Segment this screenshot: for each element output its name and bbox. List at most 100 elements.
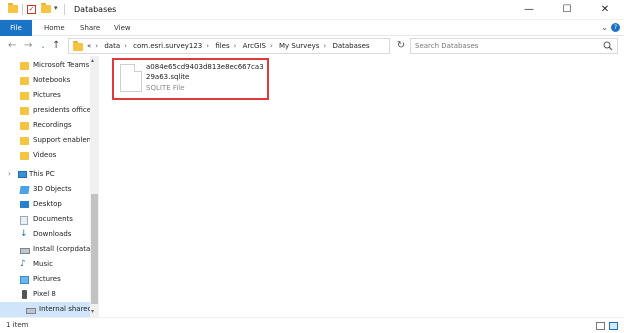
recent-locations-icon[interactable]: ⌄ — [40, 42, 46, 50]
sidebar-item-label: Install (corpdata — [33, 245, 91, 253]
desktop-icon — [20, 201, 29, 208]
sidebar-item-label: Videos — [33, 151, 57, 159]
sidebar-item-label: Desktop — [33, 200, 62, 208]
folder-icon — [20, 137, 29, 145]
divider — [22, 4, 23, 15]
sidebar-item-label: Documents — [33, 215, 73, 223]
sidebar-item-desktop[interactable]: Desktop — [0, 197, 90, 213]
sidebar-item-microsoft-teams[interactable]: Microsoft Teams — [0, 58, 90, 74]
sidebar-item-label: Recordings — [33, 121, 72, 129]
sidebar-item-label: Pictures — [33, 91, 61, 99]
breadcrumb: « › data › com.esri.survey123 › files › ArcG… — [87, 42, 370, 50]
sidebar-scrollbar[interactable]: ▴ ▾ — [90, 56, 99, 317]
scroll-up-icon[interactable]: ▴ — [91, 57, 94, 64]
sidebar-item-notebooks[interactable]: Notebooks — [0, 73, 90, 89]
close-button[interactable]: ✕ — [586, 0, 624, 20]
breadcrumb-item[interactable]: data — [104, 42, 120, 50]
tab-view[interactable]: View — [114, 20, 131, 36]
back-arrow-icon[interactable]: ← — [8, 40, 16, 51]
phone-icon — [22, 290, 27, 299]
folder-icon — [20, 122, 29, 130]
divider — [64, 4, 65, 15]
music-icon: ♪ — [20, 259, 26, 269]
title-bar: ✓ ▾ Databases — ☐ ✕ — [0, 0, 624, 20]
pictures-icon — [20, 276, 29, 284]
sidebar-item-downloads[interactable]: ↓ Downloads — [0, 227, 90, 243]
breadcrumb-item[interactable]: ArcGIS — [243, 42, 266, 50]
sidebar-item-label: Notebooks — [33, 76, 71, 84]
tab-share[interactable]: Share — [80, 20, 100, 36]
ribbon: File Home Share View ⌄ ? — [0, 20, 624, 36]
large-icons-view-icon[interactable] — [609, 322, 618, 330]
sidebar-item-3d-objects[interactable]: 3D Objects — [0, 182, 90, 198]
sidebar-item-label: presidents office — [33, 106, 92, 114]
breadcrumb-item[interactable]: My Surveys — [279, 42, 319, 50]
sidebar-item-pictures[interactable]: Pictures — [0, 272, 90, 288]
sidebar-item-label: This PC — [29, 170, 55, 178]
help-icon[interactable]: ? — [611, 23, 620, 32]
folder-icon — [20, 62, 29, 70]
tab-file[interactable]: File — [0, 20, 32, 36]
folder-icon — [73, 41, 83, 51]
navigation-pane: Microsoft Teams Notebooks Pictures presi… — [0, 56, 99, 317]
sidebar-item-label: Microsoft Teams — [33, 61, 90, 69]
network-drive-icon — [20, 248, 30, 254]
folder-icon — [20, 77, 29, 85]
scrollbar-thumb[interactable] — [91, 194, 98, 304]
item-count: 1 item — [6, 321, 29, 329]
sidebar-item-label: Downloads — [33, 230, 72, 238]
details-view-icon[interactable] — [596, 322, 605, 330]
breadcrumb-item[interactable]: Databases — [332, 42, 369, 50]
navigation-bar: ← → ⌄ ↑ « › data › com.esri.survey123 › fil… — [0, 36, 624, 56]
highlight-box — [112, 58, 269, 100]
sidebar-item-recordings[interactable]: Recordings — [0, 118, 90, 134]
chevron-right-icon: › — [206, 42, 210, 50]
file-list: a084e65cd9403d813e8ec667ca329a63.sqlite … — [100, 56, 624, 317]
up-arrow-icon[interactable]: ↑ — [52, 40, 60, 51]
folder-icon — [8, 3, 18, 13]
sidebar-item-install-drive[interactable]: Install (corpdata — [0, 242, 90, 258]
window-title: Databases — [74, 5, 117, 14]
tab-home[interactable]: Home — [44, 20, 65, 36]
search-box[interactable]: Search Databases — [410, 38, 618, 54]
folder-icon — [20, 92, 29, 100]
address-bar[interactable]: « › data › com.esri.survey123 › files › ArcG… — [68, 38, 457, 54]
sidebar-item-label: Support enablen — [33, 136, 92, 144]
breadcrumb-overflow[interactable]: « — [87, 42, 91, 50]
sidebar-item-this-pc[interactable]: › This PC — [0, 167, 90, 183]
chevron-down-icon[interactable]: › — [8, 170, 11, 178]
documents-icon — [20, 216, 28, 225]
chevron-right-icon: › — [124, 42, 127, 50]
drive-icon — [26, 308, 36, 314]
breadcrumb-item[interactable]: com.esri.survey123 — [133, 42, 202, 50]
sidebar-item-support-enablement[interactable]: Support enablen — [0, 133, 92, 149]
chevron-right-icon: › — [323, 42, 327, 50]
downloads-icon: ↓ — [20, 229, 28, 239]
sidebar-item-presidents-office[interactable]: presidents office — [0, 103, 92, 119]
sidebar-item-documents[interactable]: Documents — [0, 212, 90, 228]
quick-access-dropdown-icon[interactable]: ▾ — [54, 4, 58, 12]
sidebar-item-label: Internal shared — [39, 305, 93, 313]
breadcrumb-item[interactable]: files — [215, 42, 229, 50]
sidebar-item-pictures-onedrive[interactable]: Pictures — [0, 88, 90, 104]
maximize-button[interactable]: ☐ — [548, 0, 586, 20]
sidebar-item-videos[interactable]: Videos — [0, 148, 90, 164]
new-folder-icon[interactable] — [41, 3, 51, 13]
chevron-right-icon: › — [233, 42, 237, 50]
properties-check-icon[interactable]: ✓ — [27, 5, 36, 14]
expand-ribbon-icon[interactable]: ⌄ — [601, 23, 608, 32]
minimize-button[interactable]: — — [510, 0, 548, 20]
objects-3d-icon — [19, 186, 30, 194]
search-icon[interactable] — [603, 41, 613, 51]
sidebar-item-pixel-8[interactable]: Pixel 8 — [0, 287, 90, 303]
sidebar-item-music[interactable]: ♪ Music — [0, 257, 90, 273]
refresh-icon[interactable]: ↻ — [395, 39, 407, 53]
sidebar-item-label: Music — [33, 260, 53, 268]
folder-icon — [20, 107, 29, 115]
forward-arrow-icon[interactable]: → — [24, 40, 32, 51]
search-input[interactable]: Search Databases — [415, 42, 478, 50]
scroll-down-icon[interactable]: ▾ — [91, 308, 94, 315]
pc-icon — [18, 171, 27, 178]
sidebar-item-internal-shared[interactable]: Internal shared — [0, 302, 93, 317]
sidebar-item-label: 3D Objects — [33, 185, 72, 193]
